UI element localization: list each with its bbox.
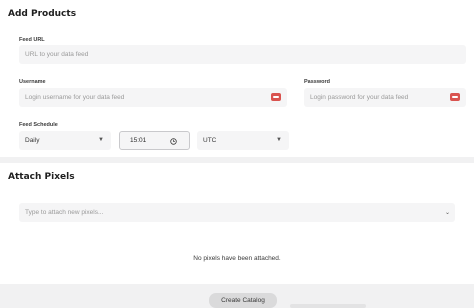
create-catalog-button[interactable]: Create Catalog	[209, 293, 277, 308]
clock-icon[interactable]	[170, 138, 177, 145]
chevron-down-icon: ▼	[276, 137, 282, 143]
feed-url-label: Feed URL	[19, 37, 45, 43]
attach-pixels-body: ⌄ No pixels have been attached.	[0, 192, 474, 284]
pixel-search-field[interactable]: ⌄	[19, 203, 455, 222]
feed-url-field[interactable]	[19, 45, 466, 64]
secondary-button[interactable]	[290, 304, 366, 308]
add-products-title: Add Products	[8, 9, 77, 19]
timezone-value: UTC	[203, 137, 217, 144]
attach-pixels-title: Attach Pixels	[8, 172, 75, 182]
password-input[interactable]	[304, 94, 466, 101]
feed-schedule-label: Feed Schedule	[19, 122, 58, 128]
password-field[interactable]	[304, 88, 466, 107]
time-input[interactable]: 15:01	[119, 131, 190, 150]
username-field[interactable]	[19, 88, 287, 107]
pixel-search-input[interactable]	[19, 209, 455, 216]
password-manager-icon[interactable]	[450, 93, 460, 101]
frequency-select[interactable]: Daily ▼	[19, 131, 111, 150]
username-label: Username	[19, 79, 46, 85]
frequency-value: Daily	[25, 137, 40, 144]
chevron-down-icon[interactable]: ⌄	[445, 209, 450, 216]
add-products-card: Add Products Feed URL Username Password …	[0, 0, 474, 157]
username-input[interactable]	[19, 94, 287, 101]
feed-url-input[interactable]	[19, 51, 466, 58]
timezone-select[interactable]: UTC ▼	[197, 131, 289, 150]
empty-pixels-message: No pixels have been attached.	[193, 255, 281, 262]
chevron-down-icon: ▼	[98, 137, 104, 143]
password-manager-icon[interactable]	[271, 93, 281, 101]
password-label: Password	[304, 79, 330, 85]
time-value: 15:01	[130, 137, 147, 144]
